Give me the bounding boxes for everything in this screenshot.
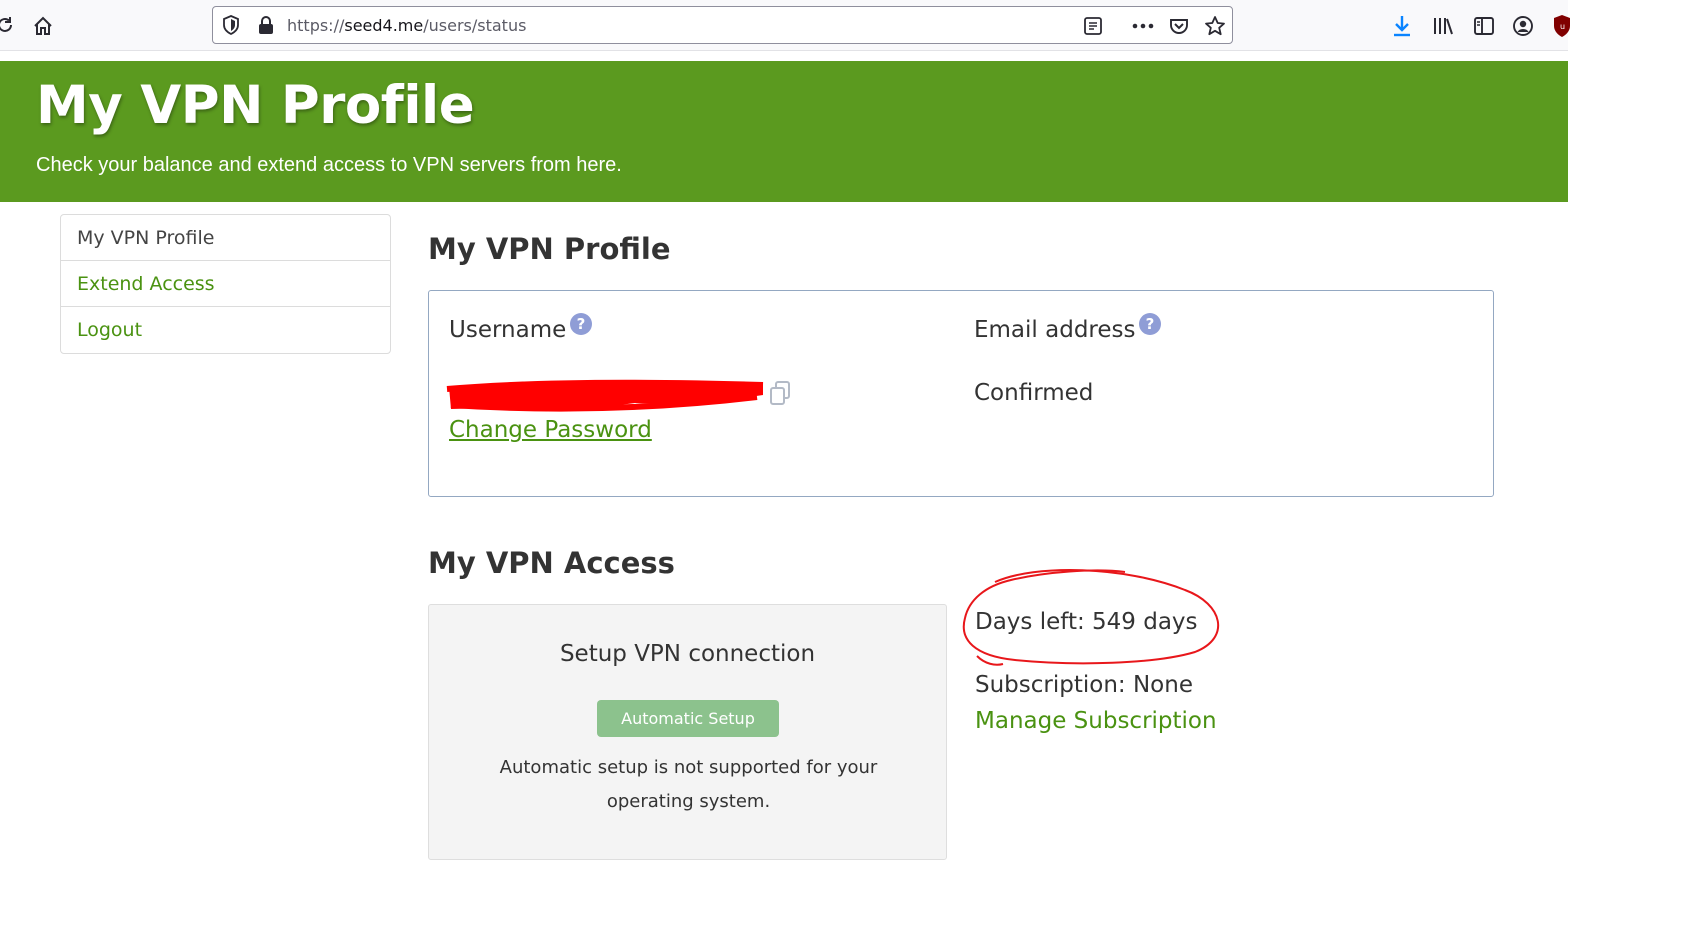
days-left: Days left: 549 days — [975, 609, 1198, 635]
profile-section-title: My VPN Profile — [428, 232, 671, 266]
setup-title: Setup VPN connection — [559, 641, 816, 667]
username-redaction — [446, 379, 764, 412]
setup-vpn-card: Setup VPN connection Automatic Setup Aut… — [428, 604, 947, 860]
access-section-title: My VPN Access — [428, 546, 675, 580]
subscription-status: Subscription: None — [975, 672, 1193, 698]
manage-subscription-link[interactable]: Manage Subscription — [975, 708, 1217, 734]
bookmark-star-icon[interactable] — [1203, 14, 1227, 38]
sidebar-icon[interactable] — [1472, 14, 1496, 38]
copy-icon[interactable] — [767, 379, 793, 407]
home-icon[interactable] — [31, 14, 55, 38]
ublock-extension-icon[interactable]: u — [1553, 13, 1571, 39]
page-header: My VPN Profile Check your balance and ex… — [0, 61, 1568, 202]
username-label: Username — [449, 317, 567, 343]
url-scheme: https:// — [287, 16, 345, 35]
tracking-shield-icon[interactable] — [221, 15, 241, 35]
library-icon[interactable] — [1431, 14, 1455, 38]
url-path: /users/status — [423, 16, 527, 35]
email-status: Confirmed — [974, 380, 1094, 406]
sidebar-item-logout[interactable]: Logout — [61, 307, 390, 353]
url-text[interactable]: https://seed4.me/users/status — [287, 16, 526, 35]
pocket-icon[interactable] — [1168, 15, 1190, 37]
header-title: My VPN Profile — [36, 75, 475, 136]
lock-icon[interactable] — [257, 15, 275, 35]
sidebar-item-my-vpn-profile[interactable]: My VPN Profile — [61, 215, 390, 261]
setup-note: Automatic setup is not supported for you… — [499, 757, 878, 812]
sidebar-nav: My VPN Profile Extend Access Logout — [60, 214, 391, 354]
svg-text:u: u — [1560, 22, 1565, 31]
header-subtitle: Check your balance and extend access to … — [36, 154, 622, 176]
url-bar[interactable]: https://seed4.me/users/status — [212, 6, 1233, 44]
profile-card: Username ? Change Password Email address… — [428, 290, 1494, 497]
username-help-icon[interactable]: ? — [570, 313, 592, 335]
more-actions-icon[interactable] — [1131, 15, 1155, 37]
download-icon[interactable] — [1390, 13, 1414, 39]
automatic-setup-button[interactable]: Automatic Setup — [597, 700, 779, 737]
sidebar-item-extend-access[interactable]: Extend Access — [61, 261, 390, 307]
account-icon[interactable] — [1511, 14, 1535, 38]
url-host: seed4.me — [344, 16, 424, 35]
email-help-icon[interactable]: ? — [1139, 313, 1161, 335]
reader-view-icon[interactable] — [1082, 15, 1104, 37]
reload-icon[interactable] — [0, 14, 16, 36]
browser-toolbar: https://seed4.me/users/status u — [0, 0, 1571, 51]
email-label: Email address — [974, 317, 1136, 343]
change-password-link[interactable]: Change Password — [449, 417, 652, 443]
